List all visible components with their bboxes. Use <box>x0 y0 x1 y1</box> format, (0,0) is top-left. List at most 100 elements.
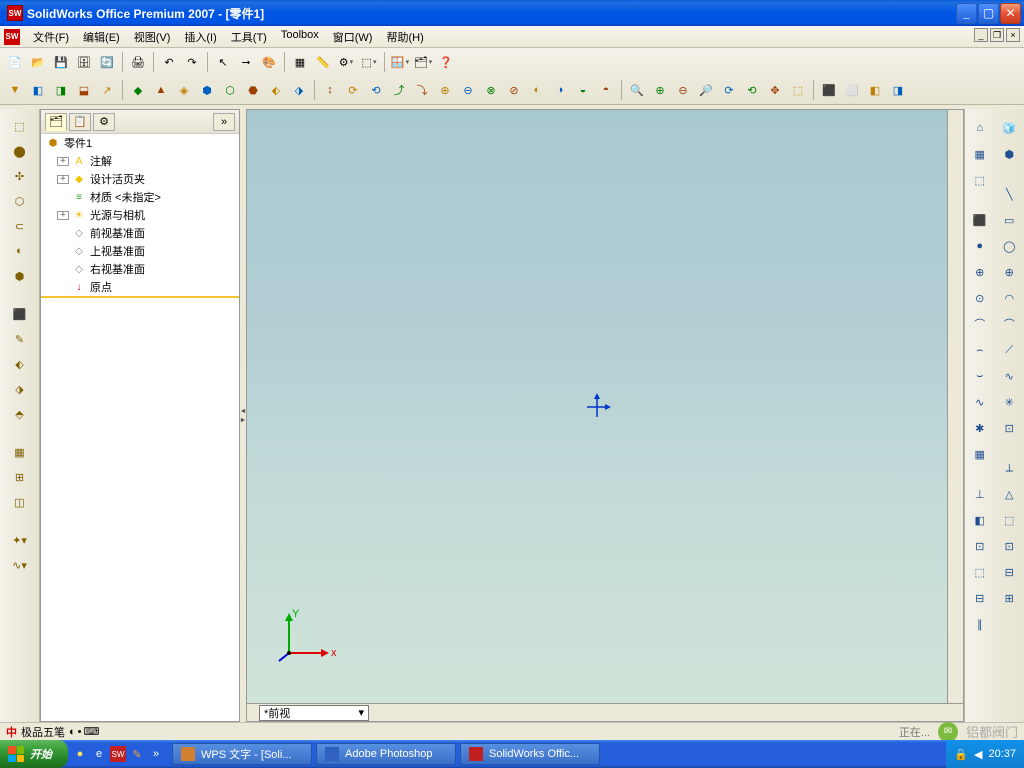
right-tool-icon[interactable]: ⌂ <box>969 117 991 139</box>
feature-tool-icon[interactable]: ⟲ <box>741 79 763 101</box>
minimize-button[interactable]: _ <box>956 3 977 24</box>
right-tool-icon[interactable]: ∿ <box>998 365 1020 387</box>
left-tool-icon[interactable]: ⬤ <box>9 140 31 162</box>
left-tool-icon[interactable]: ⬘ <box>9 403 31 425</box>
mdi-close-button[interactable]: × <box>1006 28 1020 42</box>
right-tool-icon[interactable]: 🧊 <box>998 117 1020 139</box>
feature-tool-icon[interactable]: ↗ <box>96 79 118 101</box>
feature-tool-icon[interactable]: ◓ <box>595 79 617 101</box>
window-icon[interactable]: 🪟 <box>389 51 411 73</box>
feature-tool-icon[interactable]: ⟲ <box>365 79 387 101</box>
expand-icon[interactable]: + <box>57 157 69 166</box>
feature-tool-icon[interactable]: ◈ <box>173 79 195 101</box>
close-button[interactable]: ✕ <box>1000 3 1021 24</box>
feature-tool-icon[interactable]: ✥ <box>764 79 786 101</box>
left-tool-icon[interactable]: ⬖ <box>9 353 31 375</box>
feature-tool-icon[interactable]: ▼ <box>4 79 26 101</box>
left-tool-icon[interactable]: ⬡ <box>9 190 31 212</box>
rebuild-icon[interactable]: 🔄 <box>96 51 118 73</box>
feature-tool-icon[interactable]: ⟳ <box>718 79 740 101</box>
tree-root[interactable]: ⬢零件1 <box>41 134 239 152</box>
right-tool-icon[interactable]: ⟂ <box>998 457 1020 479</box>
feature-tool-icon[interactable]: ⤴ <box>388 79 410 101</box>
print-icon[interactable]: 🖨 <box>127 51 149 73</box>
tray-icon[interactable]: ◀ <box>974 748 982 761</box>
right-tool-icon[interactable]: ● <box>969 235 991 257</box>
options-icon[interactable]: ⚙ <box>335 51 357 73</box>
quick-launch-icon[interactable]: ✎ <box>129 746 145 762</box>
feature-tool-icon[interactable]: ⬛ <box>818 79 840 101</box>
left-tool-icon[interactable]: ◐ <box>9 240 31 262</box>
help-icon[interactable]: ❓ <box>435 51 457 73</box>
left-tool-icon[interactable]: ✦▾ <box>9 529 31 551</box>
feature-tool-icon[interactable]: ↕ <box>319 79 341 101</box>
feature-tool-icon[interactable]: ⊗ <box>480 79 502 101</box>
feature-tool-icon[interactable]: ⟳ <box>342 79 364 101</box>
property-manager-tab[interactable]: 📋 <box>69 113 91 131</box>
feature-tool-icon[interactable]: ▲ <box>150 79 172 101</box>
left-tool-icon[interactable]: ◫ <box>9 491 31 513</box>
feature-tool-icon[interactable]: ⊕ <box>434 79 456 101</box>
right-tool-icon[interactable]: ∥ <box>969 613 991 635</box>
feature-tool-icon[interactable]: ⬡ <box>219 79 241 101</box>
measure-icon[interactable]: 📏 <box>312 51 334 73</box>
feature-tree[interactable]: ⬢零件1+A注解+◆设计活页夹≡材质 <未指定>+☀光源与相机◇前视基准面◇上视… <box>41 134 239 721</box>
left-tool-icon[interactable]: ▦ <box>9 441 31 463</box>
mdi-restore-button[interactable]: ❐ <box>990 28 1004 42</box>
taskbar-task[interactable]: Adobe Photoshop <box>316 743 456 765</box>
left-tool-icon[interactable]: ⬚ <box>9 115 31 137</box>
taskbar-task[interactable]: SolidWorks Offic... <box>460 743 600 765</box>
config-manager-tab[interactable]: ⚙ <box>93 113 115 131</box>
right-tool-icon[interactable]: ⊡ <box>969 535 991 557</box>
tree-item[interactable]: ◇上视基准面 <box>41 242 239 260</box>
feature-tool-icon[interactable]: ⬜ <box>841 79 863 101</box>
feature-tool-icon[interactable]: ⬣ <box>242 79 264 101</box>
feature-tree-tab[interactable]: 🗂 <box>45 113 67 131</box>
right-tool-icon[interactable]: ✳ <box>998 391 1020 413</box>
right-tool-icon[interactable]: ⊥ <box>969 483 991 505</box>
tree-item[interactable]: ↓原点 <box>41 278 239 296</box>
ime-mode-icon[interactable]: ◐ <box>69 726 76 738</box>
menu-item[interactable]: Toolbox <box>274 27 326 47</box>
right-tool-icon[interactable]: ◠ <box>998 287 1020 309</box>
expand-icon[interactable]: + <box>57 211 69 220</box>
right-tool-icon[interactable]: ⬚ <box>969 169 991 191</box>
feature-tool-icon[interactable]: ◨ <box>887 79 909 101</box>
feature-tool-icon[interactable]: ⊘ <box>503 79 525 101</box>
color-icon[interactable]: 🎨 <box>258 51 280 73</box>
right-tool-icon[interactable]: ⊡ <box>998 417 1020 439</box>
mdi-minimize-button[interactable]: _ <box>974 28 988 42</box>
feature-tool-icon[interactable]: ⬓ <box>73 79 95 101</box>
tree-item[interactable]: ◇前视基准面 <box>41 224 239 242</box>
feature-tool-icon[interactable]: ⬗ <box>288 79 310 101</box>
open-icon[interactable]: 📂 <box>27 51 49 73</box>
right-tool-icon[interactable]: ⟋ <box>998 339 1020 361</box>
right-tool-icon[interactable]: ∿ <box>969 391 991 413</box>
feature-tool-icon[interactable]: ⬢ <box>196 79 218 101</box>
tray-icon[interactable]: 🔒 <box>954 748 968 761</box>
right-tool-icon[interactable]: ⊡ <box>998 535 1020 557</box>
right-tool-icon[interactable]: ⌣ <box>969 365 991 387</box>
feature-tool-icon[interactable]: ⤵ <box>411 79 433 101</box>
right-tool-icon[interactable]: ▦ <box>969 143 991 165</box>
start-button[interactable]: 开始 <box>0 740 68 768</box>
feature-tool-icon[interactable]: ◨ <box>50 79 72 101</box>
right-tool-icon[interactable]: ⌢ <box>969 339 991 361</box>
undo-icon[interactable]: ↶ <box>158 51 180 73</box>
taskbar-task[interactable]: WPS 文字 - [Soli... <box>172 743 312 765</box>
left-tool-icon[interactable]: ⬗ <box>9 378 31 400</box>
right-tool-icon[interactable]: ⊕ <box>998 261 1020 283</box>
left-tool-icon[interactable]: ⊂ <box>9 215 31 237</box>
right-tool-icon[interactable]: △ <box>998 483 1020 505</box>
select-filter-icon[interactable]: ⭢ <box>235 51 257 73</box>
right-tool-icon[interactable]: ⊞ <box>998 587 1020 609</box>
right-tool-icon[interactable]: ╲ <box>998 183 1020 205</box>
tree-item[interactable]: ≡材质 <未指定> <box>41 188 239 206</box>
feature-tool-icon[interactable]: ◐ <box>526 79 548 101</box>
grid-icon[interactable]: ▦ <box>289 51 311 73</box>
maximize-button[interactable]: ▢ <box>978 3 999 24</box>
left-tool-icon[interactable]: ⬛ <box>9 303 31 325</box>
tree-item[interactable]: ◇右视基准面 <box>41 260 239 278</box>
cascade-icon[interactable]: 🗂 <box>412 51 434 73</box>
panel-expand-button[interactable]: » <box>213 113 235 131</box>
